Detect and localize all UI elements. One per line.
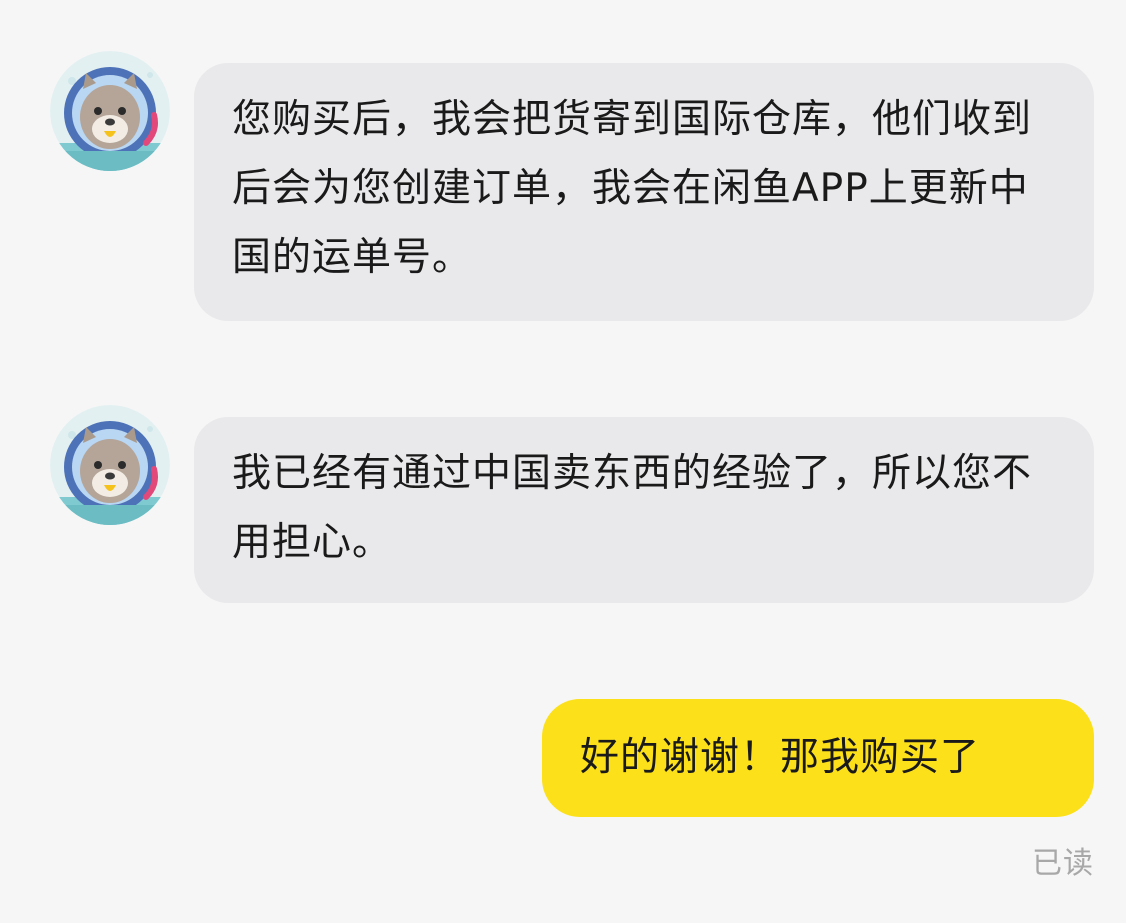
incoming-message-bubble[interactable]: 您购买后，我会把货寄到国际仓库，他们收到后会为您创建订单，我会在闲鱼APP上更新… xyxy=(194,63,1094,321)
contact-avatar[interactable] xyxy=(50,51,170,171)
message-text: 您购买后，我会把货寄到国际仓库，他们收到后会为您创建订单，我会在闲鱼APP上更新… xyxy=(232,97,1033,280)
contact-avatar[interactable] xyxy=(50,405,170,525)
read-receipt: 已读 xyxy=(1032,846,1094,881)
message-text: 好的谢谢！那我购买了 xyxy=(580,735,981,780)
seal-astronaut-avatar-icon xyxy=(50,51,170,171)
outgoing-message-bubble[interactable]: 好的谢谢！那我购买了 xyxy=(542,699,1094,817)
message-text: 我已经有通过中国卖东西的经验了，所以您不用担心。 xyxy=(232,451,1033,565)
seal-astronaut-avatar-icon xyxy=(50,405,170,525)
incoming-message-bubble[interactable]: 我已经有通过中国卖东西的经验了，所以您不用担心。 xyxy=(194,417,1094,603)
